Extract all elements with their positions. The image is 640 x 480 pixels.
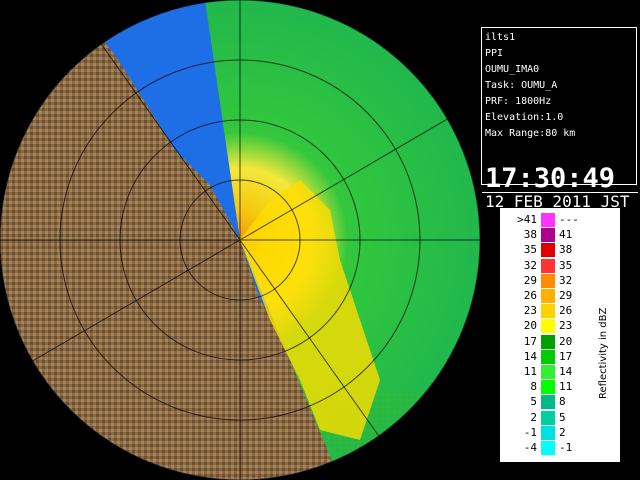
legend-row: >41 --- [501, 213, 591, 228]
legend-swatch [541, 228, 555, 243]
legend-high-value: 17 [559, 349, 573, 363]
legend-low-value: 5 [530, 395, 537, 409]
legend-high-value: 20 [559, 334, 573, 348]
legend-swatch [541, 273, 555, 288]
legend-low-value: -4 [523, 441, 537, 454]
legend-high-value: 29 [559, 289, 573, 302]
legend-high-value: -1 [559, 441, 573, 454]
scan-time: 17:30:49 [485, 163, 616, 194]
legend-low-value: 23 [523, 304, 537, 318]
legend-swatch [541, 425, 555, 440]
legend-low-value: 17 [523, 334, 537, 348]
legend-row: 26 29 [501, 289, 591, 304]
legend-high-value: --- [559, 213, 579, 226]
legend-row: 8 11 [501, 380, 591, 395]
legend-low-value: 11 [523, 365, 537, 378]
legend-high-value: 38 [559, 243, 573, 257]
legend-row: 23 26 [501, 304, 591, 319]
legend-low-value: 14 [523, 349, 537, 363]
legend-row: 32 35 [501, 258, 591, 274]
legend-row: -4 -1 [501, 441, 591, 456]
legend-swatch [541, 410, 555, 425]
legend-swatch [541, 380, 555, 395]
legend-row: 11 14 [501, 365, 591, 380]
prf-label: PRF: 1800Hz [485, 96, 552, 107]
legend-high-value: 32 [559, 273, 573, 287]
legend-row: 35 38 [501, 243, 591, 258]
legend-high-value: 35 [559, 258, 573, 272]
legend-swatch [541, 243, 555, 258]
legend-high-value: 23 [559, 319, 573, 333]
legend-high-value: 14 [559, 365, 573, 378]
legend-low-value: 26 [523, 289, 537, 302]
legend-swatch [541, 213, 555, 227]
scan-mode: PPI [485, 48, 504, 59]
legend-swatch [541, 334, 555, 349]
site-id: OUMU_IMA0 [485, 64, 540, 75]
legend-swatch [541, 365, 555, 379]
max-range-label: Max Range:80 km [485, 128, 576, 139]
radar-info-panel: ilts1 PPI OUMU_IMA0 Task: OUMU_A PRF: 18… [481, 27, 638, 211]
legend-title: Reflectivity in dBZ [598, 307, 609, 399]
legend-row: 29 32 [501, 273, 591, 289]
legend-low-value: 38 [523, 228, 537, 242]
color-legend: Reflectivity in dBZ >41 --- 38 41 35 38 32 35 29… [500, 208, 620, 462]
legend-row: 58 [501, 395, 591, 410]
legend-swatch [541, 395, 555, 410]
legend-row: 17 20 [501, 334, 591, 350]
legend-swatch [541, 304, 555, 319]
legend-high-value: 2 [559, 425, 566, 439]
legend-high-value: 5 [559, 410, 566, 424]
legend-row: 25 [501, 410, 591, 426]
elevation-label: Elevation:1.0 [485, 112, 564, 123]
radar-name: ilts1 [485, 32, 516, 43]
legend-low-value: 32 [523, 258, 537, 272]
legend-low-value: 29 [523, 273, 537, 287]
legend-low-value: 35 [523, 243, 537, 257]
legend-row: 20 23 [501, 319, 591, 334]
legend-swatch [541, 289, 555, 303]
legend-low-value: >41 [517, 213, 537, 226]
legend-high-value: 8 [559, 395, 566, 409]
legend-swatch [541, 441, 555, 455]
legend-swatch [541, 258, 555, 273]
legend-low-value: 2 [530, 410, 537, 424]
legend-swatch [541, 349, 555, 364]
legend-low-value: 20 [523, 319, 537, 333]
legend-row: -1 2 [501, 425, 591, 441]
legend-high-value: 11 [559, 380, 573, 394]
legend-row: 14 17 [501, 349, 591, 365]
legend-high-value: 26 [559, 304, 573, 318]
legend-low-value: 8 [530, 380, 537, 394]
legend-low-value: -1 [523, 425, 537, 439]
task-label: Task: OUMU_A [485, 80, 558, 91]
legend-row: 38 41 [501, 228, 591, 243]
legend-swatch [541, 319, 555, 334]
legend-high-value: 41 [559, 228, 573, 242]
